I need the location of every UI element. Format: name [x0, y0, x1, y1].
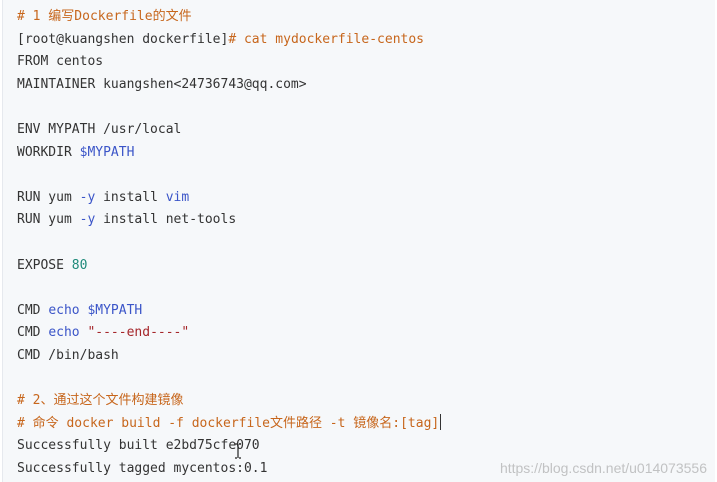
code-token-kw: echo [48, 325, 80, 341]
code-line-blank: ​ [17, 368, 441, 391]
watermark: https://blog.csdn.net/u014073556 [499, 460, 707, 476]
code-token-var: $MYPATH [87, 302, 143, 318]
code-line-blank: ​ [17, 277, 441, 300]
code-line: EXPOSE 80 [17, 255, 441, 278]
code-token-text: Successfully built e2bd75cfe070 [17, 438, 260, 454]
code-line: # 2、通过这个文件构建镜像 [17, 390, 441, 413]
code-line: ENV MYPATH /usr/local [17, 119, 441, 142]
code-token-num: 80 [71, 257, 88, 273]
code-token-text: CMD [17, 325, 49, 341]
code-token-kw: echo [48, 302, 80, 318]
code-lines: # 1 编写Dockerfile的文件 [root@kuangshen docke… [17, 6, 442, 481]
ibeam-cursor-icon [235, 443, 241, 459]
code-token-str: "----end----" [87, 325, 190, 341]
code-token-comment: # 命令 docker build -f dockerfile文件路径 -t 镜… [17, 415, 440, 431]
code-token-var: $MYPATH [79, 144, 135, 160]
code-token-text: ENV MYPATH /usr/local [17, 121, 182, 137]
code-line: # 1 编写Dockerfile的文件 [17, 6, 441, 29]
code-line-blank: ​ [17, 232, 441, 255]
code-line-blank: ​ [17, 164, 441, 187]
code-token-text: install [95, 189, 166, 205]
code-token-comment: # 1 编写Dockerfile的文件 [17, 9, 192, 24]
code-line: MAINTAINER kuangshen<24736743@qq.com> [17, 74, 441, 97]
code-line: CMD echo $MYPATH [17, 300, 441, 323]
code-token-text: FROM centos [17, 54, 104, 70]
code-line: RUN yum -y install net-tools [17, 209, 441, 232]
code-block: # 1 编写Dockerfile的文件 [root@kuangshen docke… [2, 0, 715, 482]
code-token-text: CMD [17, 302, 49, 318]
code-token-text: RUN yum [17, 212, 80, 228]
code-token-text: WORKDIR [17, 144, 80, 160]
code-line: CMD echo "----end----" [17, 322, 441, 345]
code-token-text: [root@kuangshen dockerfile] [17, 31, 229, 47]
code-token-text: MAINTAINER kuangshen<24736743@qq.com> [17, 76, 307, 92]
code-line-blank: ​ [17, 96, 441, 119]
code-line: RUN yum -y install vim [17, 187, 441, 210]
code-line: Successfully tagged mycentos:0.1 [17, 458, 441, 481]
code-token-text: EXPOSE [17, 257, 72, 273]
code-token-text: CMD /bin/bash [17, 347, 119, 363]
code-line: [root@kuangshen dockerfile]# cat mydocke… [17, 29, 441, 52]
code-line: WORKDIR $MYPATH [17, 142, 441, 165]
code-line: # 命令 docker build -f dockerfile文件路径 -t 镜… [17, 413, 442, 436]
code-token-text: Successfully tagged mycentos:0.1 [17, 460, 268, 476]
code-token-kw: -y [79, 212, 96, 228]
code-token-kw: -y [79, 189, 96, 205]
code-token-text: install net-tools [95, 212, 237, 228]
code-token-text: RUN yum [17, 189, 80, 205]
code-line: CMD /bin/bash [17, 345, 441, 368]
code-line: Successfully built e2bd75cfe070 [17, 435, 441, 458]
text-caret [440, 413, 442, 430]
code-token-comment: # cat mydockerfile-centos [228, 31, 424, 47]
code-token-comment: # 2、通过这个文件构建镜像 [17, 393, 184, 409]
code-token-kw: vim [165, 189, 190, 205]
code-line: FROM centos [17, 51, 441, 74]
